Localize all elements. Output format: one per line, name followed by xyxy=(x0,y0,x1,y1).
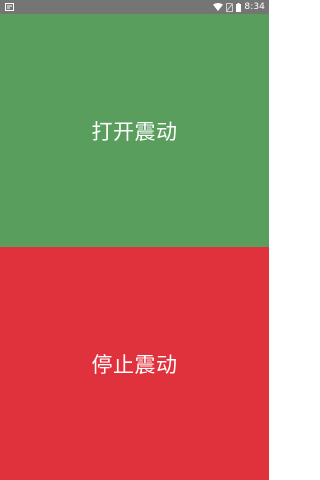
status-time: 8:34 xyxy=(244,2,265,12)
open-vibration-button[interactable]: 打开震动 xyxy=(0,14,269,247)
notification-icon xyxy=(5,3,14,11)
battery-icon xyxy=(236,2,242,12)
open-vibration-label: 打开震动 xyxy=(91,119,178,144)
wifi-icon xyxy=(213,3,224,11)
status-bar: 8:34 xyxy=(0,0,269,14)
stop-vibration-button[interactable]: 停止震动 xyxy=(0,247,269,480)
stop-vibration-label: 停止震动 xyxy=(91,352,178,377)
app-screen: 8:34 打开震动 停止震动 xyxy=(0,0,269,480)
no-sim-icon xyxy=(226,2,234,12)
